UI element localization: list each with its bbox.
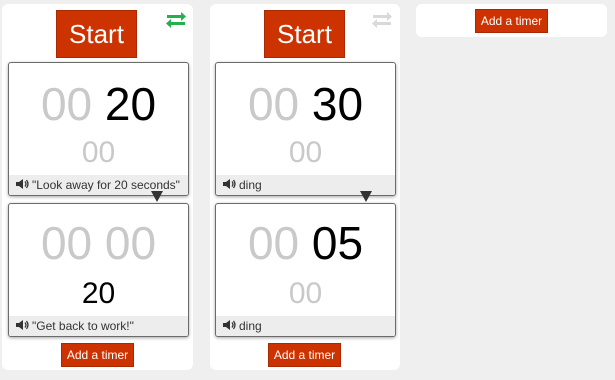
timer-minutes: 00 (247, 78, 300, 130)
timer-minutes: 00 (40, 217, 93, 269)
sound-label: ding (239, 178, 262, 192)
timer-seconds: 00 (104, 217, 157, 269)
arrow-down-icon (360, 191, 372, 202)
start-button[interactable]: Start (264, 10, 345, 58)
sound-label: "Look away for 20 seconds" (32, 178, 180, 192)
timer-sub-value: 00 (288, 136, 323, 169)
repeat-icon[interactable] (370, 10, 394, 30)
sound-label: ding (239, 319, 262, 333)
timer-sub-value: 20 (81, 277, 116, 310)
arrow-down-icon (151, 191, 163, 202)
add-timer-button[interactable]: Add a timer (61, 343, 134, 367)
speaker-icon (16, 179, 29, 189)
timer-sub-value: 00 (288, 277, 323, 310)
timer-column-2: Start 00 30 00 ding 00 05 00 ding Add a … (210, 4, 400, 370)
timer-card[interactable]: 00 05 00 ding (215, 203, 396, 337)
add-timer-button[interactable]: Add a timer (268, 343, 341, 367)
timer-column-1: Start 00 20 00 "Look away for 20 seconds… (2, 4, 193, 370)
repeat-icon[interactable] (164, 10, 188, 30)
timer-minutes: 00 (40, 78, 93, 130)
timer-seconds: 30 (311, 78, 364, 130)
speaker-icon (223, 179, 236, 189)
speaker-icon (223, 320, 236, 330)
timer-card[interactable]: 00 00 20 "Get back to work!" (8, 203, 189, 337)
timer-sub-value: 00 (81, 136, 116, 169)
timer-seconds: 05 (311, 217, 364, 269)
timer-seconds: 20 (104, 78, 157, 130)
timer-minutes: 00 (247, 217, 300, 269)
sound-setting[interactable]: "Get back to work!" (9, 316, 188, 336)
timer-card[interactable]: 00 20 00 "Look away for 20 seconds" (8, 62, 189, 196)
timer-column-3: Add a timer (416, 4, 607, 37)
speaker-icon (16, 320, 29, 330)
timer-card[interactable]: 00 30 00 ding (215, 62, 396, 196)
sound-label: "Get back to work!" (32, 319, 134, 333)
add-timer-button[interactable]: Add a timer (475, 9, 548, 33)
sound-setting[interactable]: ding (216, 316, 395, 336)
start-button[interactable]: Start (56, 10, 137, 58)
